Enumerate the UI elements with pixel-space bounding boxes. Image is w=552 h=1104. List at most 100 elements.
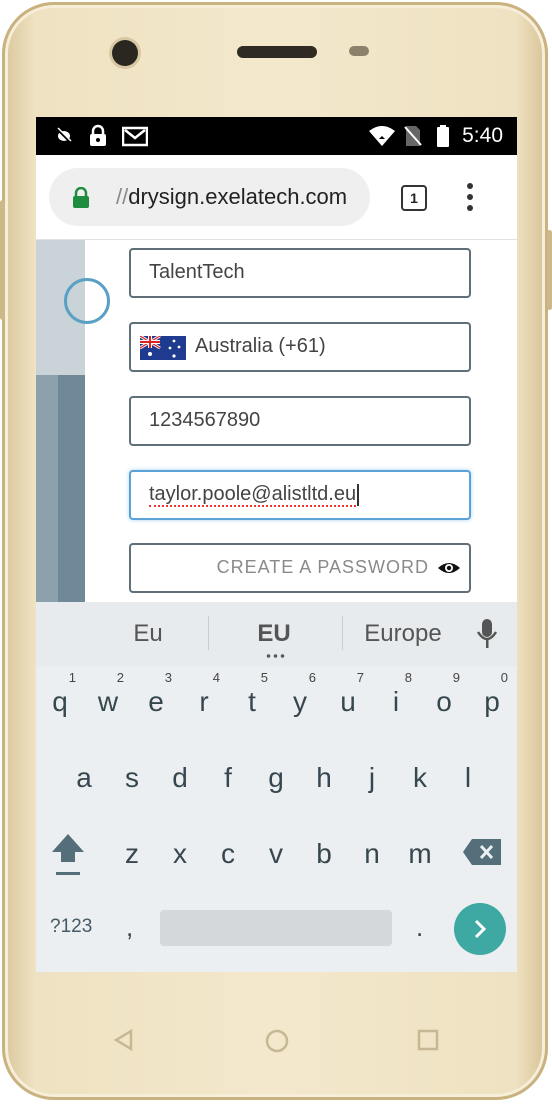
- key-q[interactable]: q1: [38, 670, 82, 730]
- chevron-right-icon: [474, 919, 487, 939]
- key-d[interactable]: d: [158, 746, 202, 806]
- key-label: l: [464, 762, 472, 793]
- key-i[interactable]: i8: [374, 670, 418, 730]
- key-label: c: [221, 838, 235, 869]
- clock: 5:40: [462, 124, 503, 147]
- phone-screen: 5:40 //drysign.exelatech.com 1 TalentTec…: [36, 117, 517, 972]
- key-label: z: [125, 838, 139, 869]
- suggestion-2[interactable]: EU: [232, 620, 316, 648]
- key-r[interactable]: r4: [182, 670, 226, 730]
- key-number-hint: 0: [500, 670, 508, 685]
- period-key[interactable]: .: [416, 912, 423, 943]
- phone-field[interactable]: 1234567890: [129, 396, 471, 446]
- country-code-select[interactable]: Australia (+61): [129, 322, 471, 372]
- suggestion-strip: Eu EU Europe: [36, 602, 517, 666]
- symbols-key[interactable]: ?123: [50, 916, 92, 938]
- wifi-icon: [369, 126, 395, 146]
- key-label: b: [316, 838, 332, 869]
- back-icon[interactable]: [112, 1028, 136, 1052]
- key-label: f: [224, 762, 232, 793]
- key-k[interactable]: k: [398, 746, 442, 806]
- key-label: q: [52, 686, 68, 717]
- volume-button: [0, 200, 5, 320]
- key-f[interactable]: f: [206, 746, 250, 806]
- key-z[interactable]: z: [110, 822, 154, 882]
- gmail-icon: [122, 126, 148, 147]
- front-camera: [112, 40, 138, 66]
- key-x[interactable]: x: [158, 822, 202, 882]
- more-suggestions-indicator: [265, 654, 287, 658]
- key-label: s: [125, 762, 139, 793]
- key-b[interactable]: b: [302, 822, 346, 882]
- key-o[interactable]: o9: [422, 670, 466, 730]
- email-value: taylor.poole@alistltd.eu: [149, 482, 360, 507]
- key-label: n: [364, 838, 380, 869]
- tab-switcher-icon[interactable]: 1: [401, 185, 427, 211]
- key-label: v: [269, 838, 283, 869]
- key-label: o: [436, 686, 452, 717]
- browser-toolbar: //drysign.exelatech.com 1: [36, 155, 517, 240]
- key-a[interactable]: a: [62, 746, 106, 806]
- onscreen-keyboard: Eu EU Europe q1w2e3r4t5y6u7i8o9p0 asdfgh…: [36, 602, 517, 972]
- navigation-bar: [0, 980, 552, 1100]
- key-number-hint: 3: [164, 670, 172, 685]
- key-number-hint: 5: [260, 670, 268, 685]
- key-c[interactable]: c: [206, 822, 250, 882]
- company-field[interactable]: TalentTech: [129, 248, 471, 298]
- key-label: e: [148, 686, 164, 717]
- space-bar[interactable]: [160, 910, 392, 946]
- home-icon[interactable]: [264, 1028, 290, 1054]
- password-field[interactable]: CREATE A PASSWORD: [129, 543, 471, 593]
- overflow-menu-icon[interactable]: [466, 183, 474, 213]
- key-number-hint: 9: [452, 670, 460, 685]
- silent-mode-icon: [56, 127, 72, 144]
- show-password-eye-icon[interactable]: [437, 556, 461, 580]
- key-y[interactable]: y6: [278, 670, 322, 730]
- key-label: t: [248, 686, 256, 717]
- key-label: r: [199, 686, 209, 717]
- key-h[interactable]: h: [302, 746, 346, 806]
- shift-icon[interactable]: [50, 832, 86, 878]
- url-host: drysign.exelatech.com: [128, 184, 348, 209]
- australia-flag-icon: [140, 336, 186, 360]
- key-label: x: [173, 838, 187, 869]
- key-label: g: [268, 762, 284, 793]
- key-p[interactable]: p0: [470, 670, 514, 730]
- power-button: [547, 230, 552, 310]
- proximity-sensor: [349, 46, 369, 56]
- status-bar: 5:40: [36, 117, 517, 155]
- key-s[interactable]: s: [110, 746, 154, 806]
- key-j[interactable]: j: [350, 746, 394, 806]
- key-t[interactable]: t5: [230, 670, 274, 730]
- recents-icon[interactable]: [416, 1028, 440, 1052]
- key-e[interactable]: e3: [134, 670, 178, 730]
- no-sim-icon: [404, 126, 422, 146]
- key-label: j: [368, 762, 376, 793]
- battery-icon: [437, 125, 449, 147]
- key-label: m: [408, 838, 432, 869]
- key-label: p: [484, 686, 500, 717]
- microphone-icon[interactable]: [476, 618, 498, 650]
- next-button[interactable]: [454, 903, 506, 955]
- key-label: w: [97, 686, 119, 717]
- address-bar[interactable]: //drysign.exelatech.com: [49, 168, 370, 226]
- key-u[interactable]: u7: [326, 670, 370, 730]
- key-number-hint: 8: [404, 670, 412, 685]
- key-w[interactable]: w2: [86, 670, 130, 730]
- backspace-icon[interactable]: [462, 838, 502, 866]
- email-text: taylor.poole@alistltd.eu: [149, 483, 357, 507]
- text-cursor: [357, 483, 360, 506]
- suggestion-3[interactable]: Europe: [356, 620, 450, 648]
- suggestion-1[interactable]: Eu: [106, 620, 190, 648]
- comma-key[interactable]: ,: [126, 912, 133, 943]
- key-m[interactable]: m: [398, 822, 442, 882]
- key-label: d: [172, 762, 188, 793]
- key-g[interactable]: g: [254, 746, 298, 806]
- key-l[interactable]: l: [446, 746, 490, 806]
- background-panel: [36, 240, 110, 602]
- email-field[interactable]: taylor.poole@alistltd.eu: [129, 470, 471, 520]
- key-label: y: [293, 686, 307, 717]
- key-number-hint: 4: [212, 670, 220, 685]
- key-v[interactable]: v: [254, 822, 298, 882]
- key-n[interactable]: n: [350, 822, 394, 882]
